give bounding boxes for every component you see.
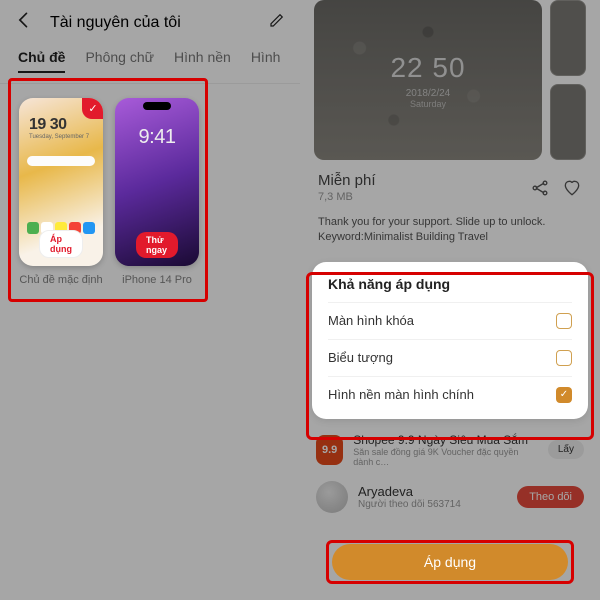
tab-themes[interactable]: Chủ đề	[18, 49, 65, 73]
heart-icon[interactable]	[562, 178, 582, 198]
tab-more[interactable]: Hình	[251, 49, 281, 73]
theme-card-iphone[interactable]: 9:41 Thử ngay iPhone 14 Pro	[114, 98, 200, 286]
try-pill[interactable]: Thử ngay	[136, 232, 178, 258]
apply-panel: Khả năng áp dụng Màn hình khóa Biểu tượn…	[312, 262, 588, 419]
ad-title: Shopee 9.9 Ngày Siêu Mua Sắm	[353, 433, 538, 447]
follow-button[interactable]: Theo dõi	[517, 486, 584, 508]
back-icon[interactable]	[14, 10, 34, 35]
hero-lockscreen[interactable]: 22 50 2018/2/24 Saturday	[314, 0, 542, 160]
preview-time: 19 30	[29, 116, 67, 134]
apply-button[interactable]: Áp dụng	[332, 544, 568, 580]
tab-fonts[interactable]: Phông chữ	[85, 49, 154, 73]
checkbox-unchecked[interactable]	[556, 313, 572, 329]
theme-label: Chủ đề mặc định	[19, 274, 102, 286]
preview-date: Tuesday, September 7	[29, 134, 89, 140]
description: Thank you for your support. Slide up to …	[300, 207, 600, 254]
hero-date: 2018/2/24	[406, 88, 451, 99]
author-followers: Người theo dõi 563714	[358, 499, 461, 510]
option-label: Màn hình khóa	[328, 313, 414, 328]
hero-preview: 22 50 2018/2/24 Saturday	[300, 0, 600, 160]
price-row: Miễn phí 7,3 MB	[300, 160, 600, 207]
desc-line: Thank you for your support. Slide up to …	[318, 215, 582, 230]
theme-label: iPhone 14 Pro	[122, 274, 192, 286]
author-row[interactable]: Aryadeva Người theo dõi 563714 Theo dõi	[316, 481, 584, 513]
desc-line: Keyword:Minimalist Building Travel	[318, 230, 582, 245]
hero-thumb[interactable]	[550, 84, 586, 160]
hero-day: Saturday	[410, 99, 446, 109]
left-pane: Tài nguyên của tôi Chủ đề Phông chữ Hình…	[0, 0, 300, 600]
right-pane: 22 50 2018/2/24 Saturday Miễn phí 7,3 MB	[300, 0, 600, 600]
left-header: Tài nguyên của tôi	[0, 0, 300, 45]
apply-pill[interactable]: Áp dụng	[39, 230, 83, 258]
apply-panel-title: Khả năng áp dụng	[328, 276, 572, 292]
dynamic-island	[143, 102, 171, 110]
theme-card-default[interactable]: ✓ 19 30 Tuesday, September 7 Áp dụng Chủ…	[18, 98, 104, 286]
apply-option-lockscreen[interactable]: Màn hình khóa	[328, 302, 572, 339]
phone-preview-default: ✓ 19 30 Tuesday, September 7 Áp dụng	[19, 98, 103, 266]
checkbox-unchecked[interactable]	[556, 350, 572, 366]
ad-subtitle: Săn sale đồng giá 9K Voucher đặc quyền d…	[353, 447, 538, 467]
file-size: 7,3 MB	[318, 191, 376, 203]
tabs: Chủ đề Phông chữ Hình nền Hình	[0, 45, 300, 84]
shopee-icon: 9.9	[316, 435, 343, 465]
price-label: Miễn phí	[318, 172, 376, 189]
apply-option-homescreen[interactable]: Hình nền màn hình chính ✓	[328, 376, 572, 413]
option-label: Biểu tượng	[328, 350, 393, 365]
hero-thumb[interactable]	[550, 0, 586, 76]
author-name: Aryadeva	[358, 484, 461, 499]
ad-card[interactable]: 9.9 Shopee 9.9 Ngày Siêu Mua Sắm Săn sal…	[316, 433, 584, 467]
hero-side-thumbs	[550, 0, 586, 160]
tab-wallpapers[interactable]: Hình nền	[174, 49, 231, 73]
apply-option-icons[interactable]: Biểu tượng	[328, 339, 572, 376]
edit-icon[interactable]	[268, 11, 286, 34]
phone-preview-iphone: 9:41 Thử ngay	[115, 98, 199, 266]
theme-grid: ✓ 19 30 Tuesday, September 7 Áp dụng Chủ…	[0, 84, 300, 300]
preview-time: 9:41	[139, 126, 176, 149]
option-label: Hình nền màn hình chính	[328, 387, 474, 402]
right-content: 22 50 2018/2/24 Saturday Miễn phí 7,3 MB	[300, 0, 600, 600]
page-title: Tài nguyên của tôi	[50, 14, 181, 32]
preview-search	[27, 156, 95, 166]
checkbox-checked[interactable]: ✓	[556, 387, 572, 403]
selected-check-icon: ✓	[82, 98, 103, 119]
ad-get-button[interactable]: Lấy	[548, 440, 584, 459]
share-icon[interactable]	[530, 178, 550, 198]
avatar	[316, 481, 348, 513]
